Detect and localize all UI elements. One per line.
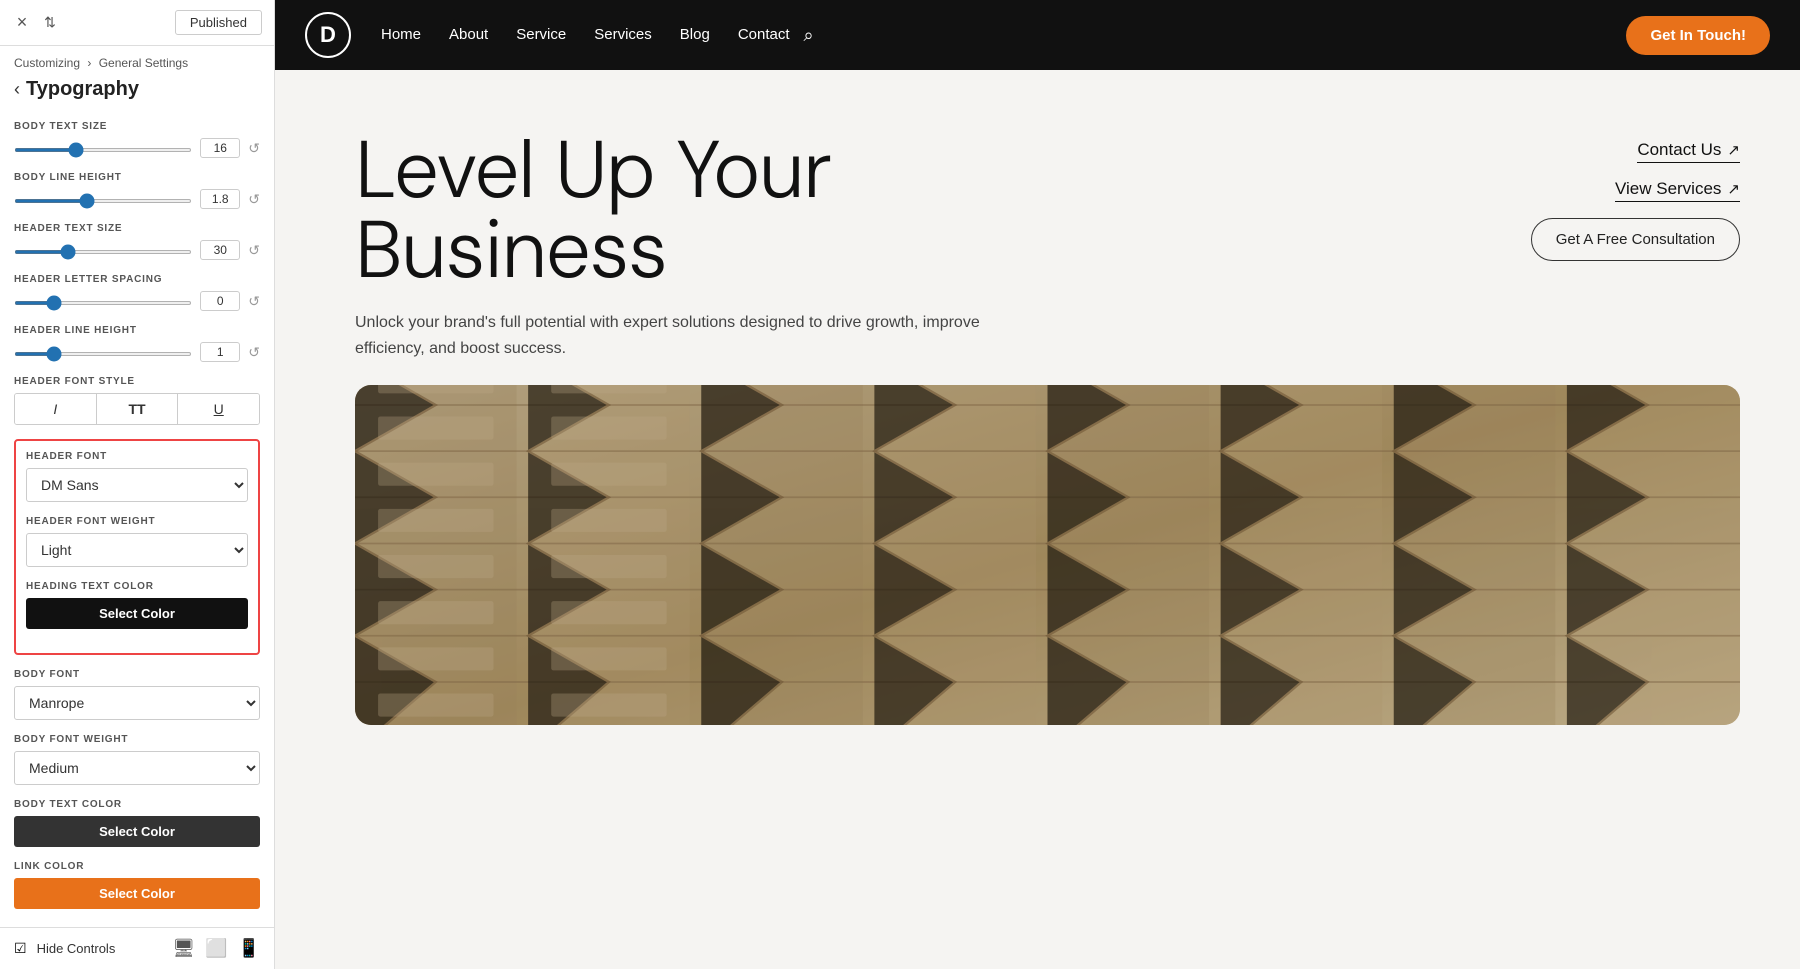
- view-services-link[interactable]: View Services ↗: [1615, 179, 1740, 202]
- site-nav: D Home About Service Services Blog Conta…: [275, 0, 1800, 70]
- underline-style-button[interactable]: U: [178, 394, 259, 424]
- body-text-size-reset-icon[interactable]: ↺: [248, 140, 260, 157]
- breadcrumb-section: General Settings: [99, 56, 188, 70]
- body-font-label: BODY FONT: [14, 669, 260, 680]
- body-font-select[interactable]: Manrope Inter Roboto: [14, 686, 260, 720]
- body-text-color-label: BODY TEXT COLOR: [14, 799, 260, 810]
- body-text-size-row: BODY TEXT SIZE ↺: [14, 121, 260, 158]
- header-letter-spacing-input[interactable]: [200, 291, 240, 311]
- link-color-button[interactable]: Select Color: [14, 878, 260, 909]
- bold-style-button[interactable]: TT: [97, 394, 179, 424]
- close-icon[interactable]: ×: [12, 13, 32, 33]
- header-font-weight-row: HEADER FONT WEIGHT Light Regular Medium …: [26, 516, 248, 567]
- breadcrumb: Customizing › General Settings: [0, 46, 274, 74]
- nav-link-about[interactable]: About: [449, 26, 488, 43]
- body-font-weight-row: BODY FONT WEIGHT Medium Light Regular Bo…: [14, 734, 260, 785]
- header-text-size-input[interactable]: [200, 240, 240, 260]
- header-font-style-label: HEADER FONT STYLE: [14, 376, 260, 387]
- body-text-size-input[interactable]: [200, 138, 240, 158]
- heading-color-button[interactable]: Select Color: [26, 598, 248, 629]
- footer-checkbox-icon[interactable]: ☑: [14, 940, 27, 957]
- header-font-weight-select[interactable]: Light Regular Medium SemiBold Bold: [26, 533, 248, 567]
- mobile-view-icon[interactable]: 📱: [238, 938, 260, 959]
- body-line-height-slider[interactable]: [14, 199, 192, 203]
- tablet-view-icon[interactable]: ⬜: [205, 938, 227, 959]
- header-font-select[interactable]: DM Sans Inter Roboto Open Sans Lato: [26, 468, 248, 502]
- panel-topbar: × ⇅ Published: [0, 0, 274, 46]
- hero-text: Level Up Your Business Unlock your brand…: [355, 130, 1480, 361]
- panel-title: Typography: [26, 78, 139, 101]
- building-image: [355, 385, 1740, 725]
- left-panel: × ⇅ Published Customizing › General Sett…: [0, 0, 275, 969]
- body-color-button[interactable]: Select Color: [14, 816, 260, 847]
- heading-text-color-label: HEADING TEXT COLOR: [26, 581, 248, 592]
- nav-link-blog[interactable]: Blog: [680, 26, 710, 43]
- contact-us-link[interactable]: Contact Us ↗: [1637, 140, 1740, 163]
- body-text-color-row: BODY TEXT COLOR Select Color: [14, 799, 260, 847]
- view-services-arrow-icon: ↗: [1727, 180, 1740, 198]
- hide-controls-label: Hide Controls: [37, 941, 116, 956]
- site-content: Level Up Your Business Unlock your brand…: [275, 70, 1800, 969]
- swap-icon[interactable]: ⇅: [40, 13, 60, 33]
- nav-link-service[interactable]: Service: [516, 26, 566, 43]
- link-color-label: LINK COLOR: [14, 861, 260, 872]
- header-font-style-row: HEADER FONT STYLE I TT U: [14, 376, 260, 425]
- view-services-label: View Services: [1615, 179, 1721, 199]
- nav-cta-button[interactable]: Get In Touch!: [1626, 16, 1770, 55]
- hero-heading-line2: Business: [355, 198, 667, 302]
- body-line-height-label: BODY LINE HEIGHT: [14, 172, 260, 183]
- header-font-row: HEADER FONT DM Sans Inter Roboto Open Sa…: [26, 451, 248, 502]
- panel-scroll-area: BODY TEXT SIZE ↺ BODY LINE HEIGHT ↺: [0, 111, 274, 927]
- header-line-height-label: HEADER LINE HEIGHT: [14, 325, 260, 336]
- link-color-row: LINK COLOR Select Color: [14, 861, 260, 909]
- nav-link-services[interactable]: Services: [594, 26, 652, 43]
- free-consultation-button[interactable]: Get A Free Consultation: [1531, 218, 1740, 261]
- header-letter-spacing-slider[interactable]: [14, 301, 192, 305]
- header-font-weight-label: HEADER FONT WEIGHT: [26, 516, 248, 527]
- body-line-height-reset-icon[interactable]: ↺: [248, 191, 260, 208]
- building-svg: [355, 385, 1740, 725]
- header-letter-spacing-row: HEADER LETTER SPACING ↺: [14, 274, 260, 311]
- highlighted-section: HEADER FONT DM Sans Inter Roboto Open Sa…: [14, 439, 260, 655]
- contact-us-arrow-icon: ↗: [1727, 141, 1740, 159]
- panel-footer: ☑ Hide Controls 🖥 ⬜ 📱: [0, 927, 274, 969]
- italic-style-button[interactable]: I: [15, 394, 97, 424]
- hero-subtext: Unlock your brand's full potential with …: [355, 310, 1005, 361]
- header-text-size-label: HEADER TEXT SIZE: [14, 223, 260, 234]
- desktop-view-icon[interactable]: 🖥: [172, 938, 195, 959]
- nav-search-icon[interactable]: ⌕: [804, 25, 814, 46]
- header-text-size-row: HEADER TEXT SIZE ↺: [14, 223, 260, 260]
- body-line-height-input[interactable]: [200, 189, 240, 209]
- site-logo: D: [305, 12, 351, 58]
- preview-area: D Home About Service Services Blog Conta…: [275, 0, 1800, 969]
- header-line-height-input[interactable]: [200, 342, 240, 362]
- panel-back-row: ‹ Typography: [0, 74, 274, 111]
- breadcrumb-parent[interactable]: Customizing: [14, 56, 80, 70]
- nav-links: Home About Service Services Blog Contact: [381, 26, 790, 44]
- header-text-size-slider[interactable]: [14, 250, 192, 254]
- header-letter-spacing-reset-icon[interactable]: ↺: [248, 293, 260, 310]
- body-text-size-label: BODY TEXT SIZE: [14, 121, 260, 132]
- header-line-height-row: HEADER LINE HEIGHT ↺: [14, 325, 260, 362]
- header-text-size-reset-icon[interactable]: ↺: [248, 242, 260, 259]
- contact-us-label: Contact Us: [1637, 140, 1721, 160]
- back-arrow-icon[interactable]: ‹: [14, 79, 20, 100]
- header-font-label: HEADER FONT: [26, 451, 248, 462]
- body-text-size-slider[interactable]: [14, 148, 192, 152]
- breadcrumb-separator: ›: [87, 56, 91, 70]
- hero-heading: Level Up Your Business: [355, 130, 1480, 290]
- hero-ctas: Contact Us ↗ View Services ↗ Get A Free …: [1520, 130, 1740, 261]
- body-font-row: BODY FONT Manrope Inter Roboto: [14, 669, 260, 720]
- nav-link-home[interactable]: Home: [381, 26, 421, 43]
- published-button[interactable]: Published: [175, 10, 262, 35]
- body-font-weight-label: BODY FONT WEIGHT: [14, 734, 260, 745]
- header-letter-spacing-label: HEADER LETTER SPACING: [14, 274, 260, 285]
- nav-link-contact[interactable]: Contact: [738, 26, 790, 43]
- body-font-weight-select[interactable]: Medium Light Regular Bold: [14, 751, 260, 785]
- hero-section: Level Up Your Business Unlock your brand…: [275, 70, 1800, 361]
- body-line-height-row: BODY LINE HEIGHT ↺: [14, 172, 260, 209]
- header-line-height-slider[interactable]: [14, 352, 192, 356]
- header-line-height-reset-icon[interactable]: ↺: [248, 344, 260, 361]
- heading-text-color-row: HEADING TEXT COLOR Select Color: [26, 581, 248, 629]
